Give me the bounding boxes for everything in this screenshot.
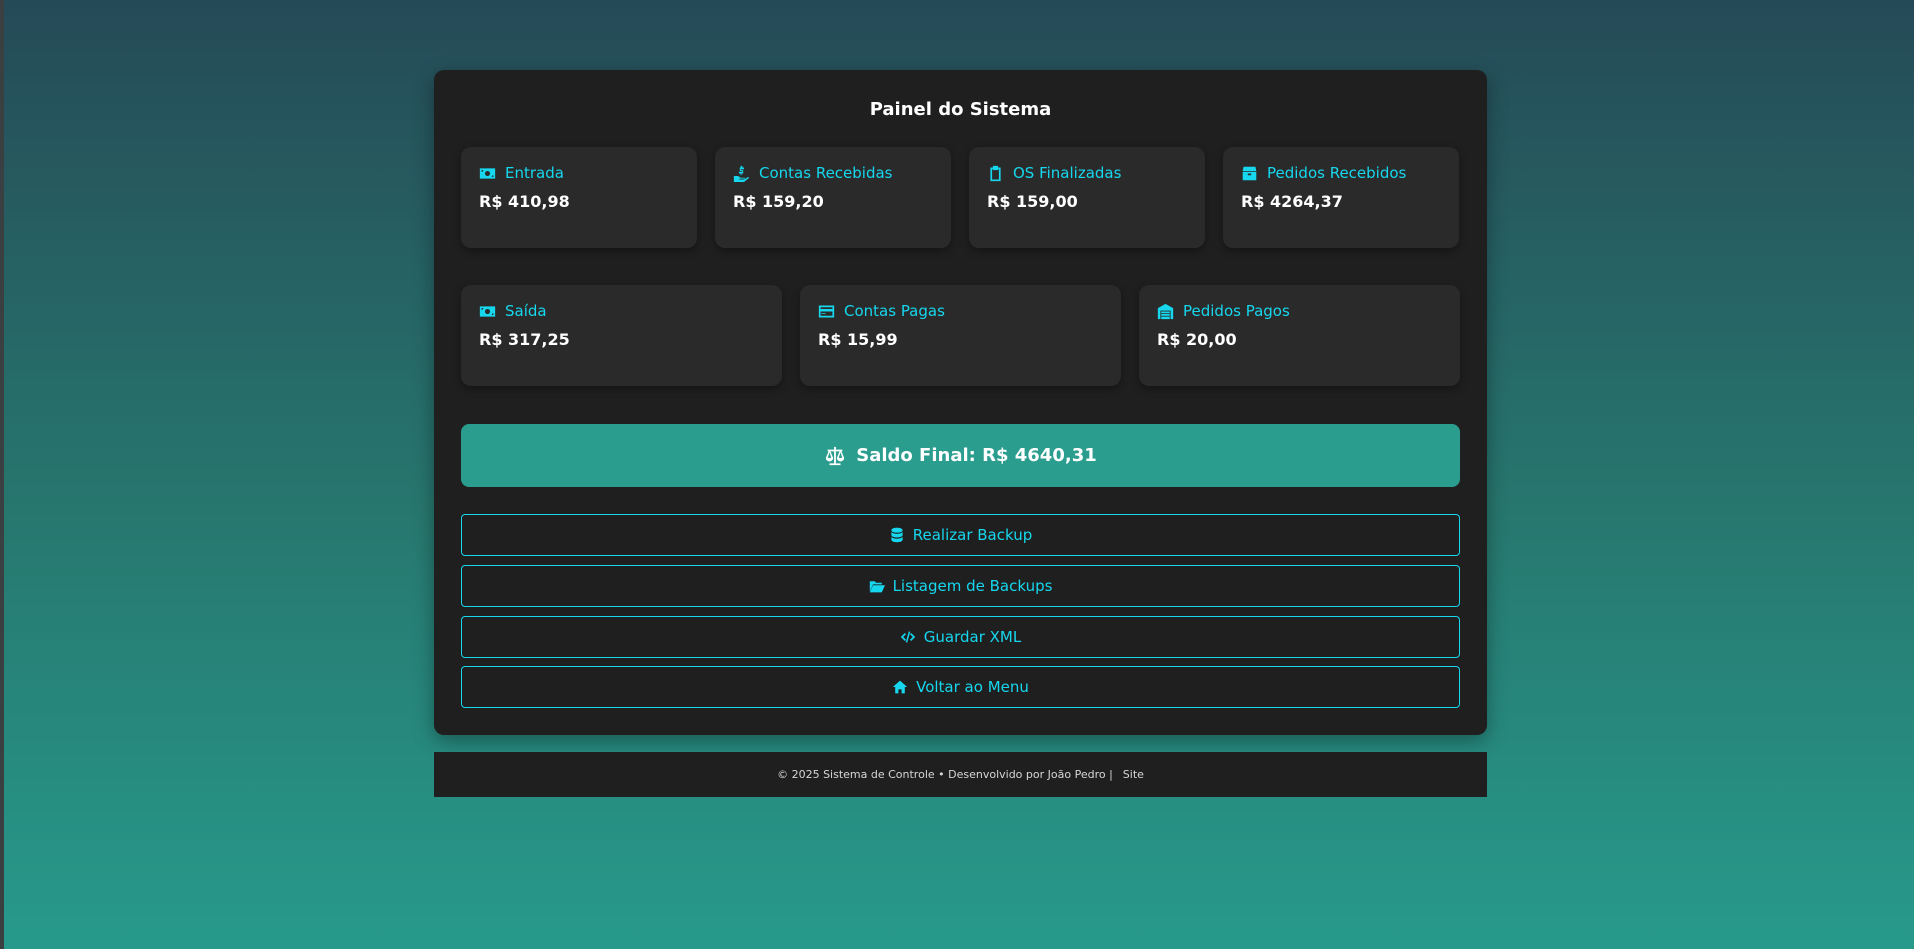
box-icon bbox=[1242, 166, 1257, 180]
card-contas-recebidas: Contas Recebidas R$ 159,20 bbox=[715, 147, 951, 248]
card-label: Pedidos Pagos bbox=[1183, 302, 1290, 320]
card-contas-pagas: Contas Pagas R$ 15,99 bbox=[800, 285, 1121, 386]
card-saida: Saída R$ 317,25 bbox=[461, 285, 782, 386]
card-entrada: Entrada R$ 410,98 bbox=[461, 147, 697, 248]
voltar-menu-button[interactable]: Voltar ao Menu bbox=[461, 666, 1460, 708]
hand-holding-dollar-icon bbox=[733, 165, 750, 182]
saldo-final-banner: Saldo Final: R$ 4640,31 bbox=[461, 424, 1460, 487]
card-label: Pedidos Recebidos bbox=[1267, 164, 1407, 182]
saldo-final-text: Saldo Final: R$ 4640,31 bbox=[856, 445, 1097, 466]
scale-balanced-icon bbox=[826, 446, 845, 465]
warehouse-icon bbox=[1157, 303, 1174, 319]
card-pedidos-pagos: Pedidos Pagos R$ 20,00 bbox=[1139, 285, 1460, 386]
code-icon bbox=[900, 631, 915, 643]
dashboard-panel: Painel do Sistema Entrada R$ 410,98 Cont… bbox=[434, 70, 1487, 735]
card-label: Entrada bbox=[505, 164, 564, 182]
card-value: R$ 317,25 bbox=[479, 330, 570, 349]
card-label: OS Finalizadas bbox=[1013, 164, 1122, 182]
button-label: Voltar ao Menu bbox=[916, 678, 1029, 696]
card-value: R$ 4264,37 bbox=[1241, 192, 1343, 211]
card-label: Contas Recebidas bbox=[759, 164, 893, 182]
button-label: Listagem de Backups bbox=[892, 577, 1053, 595]
clipboard-icon bbox=[990, 165, 1001, 181]
card-label: Saída bbox=[505, 302, 547, 320]
page-title: Painel do Sistema bbox=[869, 99, 1052, 120]
realizar-backup-button[interactable]: Realizar Backup bbox=[461, 514, 1460, 556]
card-os-finalizadas: OS Finalizadas R$ 159,00 bbox=[969, 147, 1205, 248]
button-label: Realizar Backup bbox=[912, 526, 1033, 544]
site-link[interactable]: Site bbox=[1123, 768, 1144, 781]
folder-open-icon bbox=[869, 581, 885, 593]
card-value: R$ 20,00 bbox=[1157, 330, 1237, 349]
card-value: R$ 159,00 bbox=[987, 192, 1078, 211]
listagem-backups-button[interactable]: Listagem de Backups bbox=[461, 565, 1460, 607]
card-label: Contas Pagas bbox=[844, 302, 945, 320]
window-edge bbox=[0, 0, 4, 949]
guardar-xml-button[interactable]: Guardar XML bbox=[461, 616, 1460, 658]
button-label: Guardar XML bbox=[923, 628, 1022, 646]
money-bill-icon bbox=[479, 305, 496, 317]
card-value: R$ 159,20 bbox=[733, 192, 824, 211]
footer: © 2025 Sistema de Controle • Desenvolvid… bbox=[434, 752, 1487, 797]
card-value: R$ 410,98 bbox=[479, 192, 570, 211]
home-icon bbox=[892, 680, 908, 694]
credit-card-icon bbox=[818, 305, 835, 317]
money-bill-icon bbox=[479, 167, 496, 179]
database-icon bbox=[891, 527, 903, 543]
footer-text: © 2025 Sistema de Controle • Desenvolvid… bbox=[777, 768, 1113, 781]
card-value: R$ 15,99 bbox=[818, 330, 898, 349]
card-pedidos-recebidos: Pedidos Recebidos R$ 4264,37 bbox=[1223, 147, 1459, 248]
